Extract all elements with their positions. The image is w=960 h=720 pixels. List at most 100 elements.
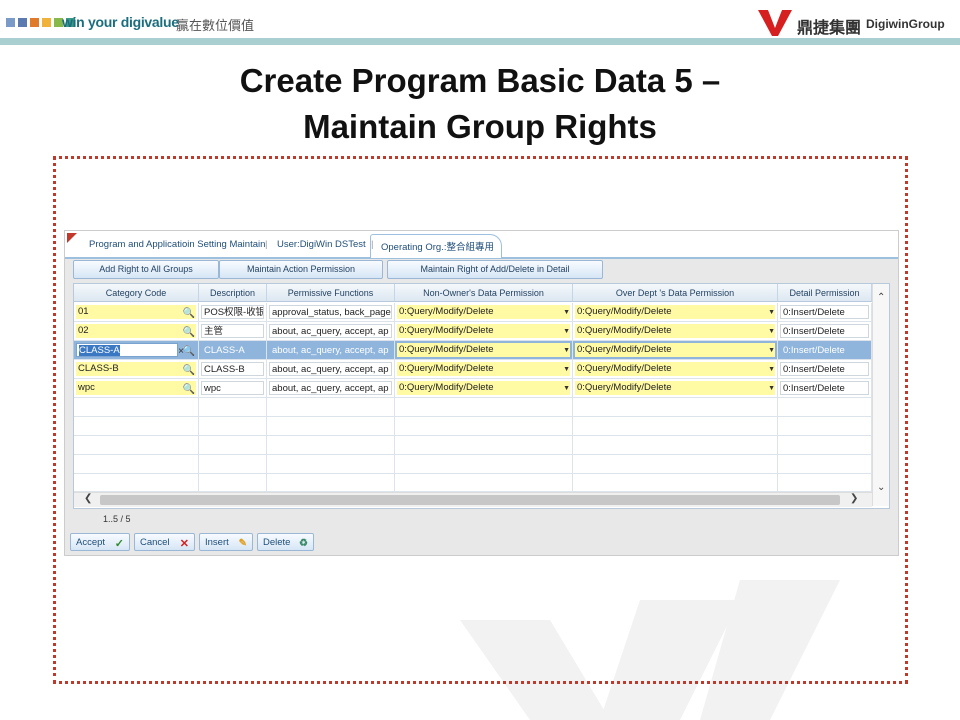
detail-cell[interactable]: 0:Insert/Delete bbox=[778, 341, 872, 360]
non-owner-cell[interactable]: 0:Query/Modify/Delete ▼ bbox=[395, 322, 573, 341]
functions-value[interactable]: approval_status, back_page bbox=[269, 305, 392, 319]
delete-button[interactable]: Delete ♻ bbox=[257, 533, 314, 551]
over-dept-select[interactable]: 0:Query/Modify/Delete bbox=[575, 324, 775, 338]
code-cell[interactable]: CLASS-B 🔍 bbox=[74, 360, 199, 379]
search-icon[interactable]: 🔍 bbox=[183, 324, 195, 340]
detail-cell[interactable]: 0:Insert/Delete bbox=[778, 360, 872, 379]
detail-value[interactable]: 0:Insert/Delete bbox=[780, 305, 869, 319]
functions-value[interactable]: about, ac_query, accept, ap bbox=[269, 362, 392, 376]
description-cell[interactable]: wpc bbox=[199, 379, 267, 398]
table-row[interactable]: 02 🔍 主管 about, ac_query, accept, ap 0:Que… bbox=[74, 322, 872, 341]
functions-value[interactable]: about, ac_query, accept, ap bbox=[269, 343, 392, 357]
table-row[interactable]: CLASS-B 🔍 CLASS-B about, ac_query, accept… bbox=[74, 360, 872, 379]
insert-button[interactable]: Insert ✎ bbox=[199, 533, 253, 551]
non-owner-cell[interactable]: 0:Query/Modify/Delete ▼ bbox=[395, 341, 573, 360]
code-value[interactable]: 01 bbox=[76, 305, 196, 319]
table-row-selected[interactable]: CLASS-A × 🔍 CLASS-A about, ac_query, accep… bbox=[74, 341, 872, 360]
table-row[interactable]: 01 🔍 POS权限-收银 approval_status, back_page … bbox=[74, 303, 872, 322]
search-icon[interactable]: 🔍 bbox=[183, 343, 195, 359]
over-dept-cell[interactable]: 0:Query/Modify/Delete ▼ bbox=[573, 322, 778, 341]
code-value[interactable]: 02 bbox=[76, 324, 196, 338]
description-cell[interactable]: CLASS-A bbox=[199, 341, 267, 360]
tab-user[interactable]: User:DigiWin DSTest bbox=[277, 239, 366, 250]
non-owner-select[interactable]: 0:Query/Modify/Delete bbox=[397, 343, 570, 357]
description-value[interactable]: wpc bbox=[201, 381, 264, 395]
code-value[interactable]: CLASS-B bbox=[76, 362, 196, 376]
functions-cell[interactable]: about, ac_query, accept, ap bbox=[267, 379, 395, 398]
vertical-scrollbar[interactable]: ⌃ ⌄ bbox=[872, 284, 889, 506]
dropdown-arrow-icon[interactable]: ▼ bbox=[563, 361, 570, 378]
dropdown-arrow-icon[interactable]: ▼ bbox=[768, 342, 775, 359]
over-dept-select[interactable]: 0:Query/Modify/Delete bbox=[575, 305, 775, 319]
detail-cell[interactable]: 0:Insert/Delete bbox=[778, 379, 872, 398]
over-dept-cell[interactable]: 0:Query/Modify/Delete ▼ bbox=[573, 303, 778, 322]
scroll-left-icon[interactable]: ❮ bbox=[84, 493, 92, 504]
functions-cell[interactable]: approval_status, back_page bbox=[267, 303, 395, 322]
non-owner-cell[interactable]: 0:Query/Modify/Delete ▼ bbox=[395, 303, 573, 322]
detail-value[interactable]: 0:Insert/Delete bbox=[780, 324, 869, 338]
col-non-owner-permission[interactable]: Non-Owner's Data Permission bbox=[395, 284, 573, 302]
description-value[interactable]: 主管 bbox=[201, 324, 264, 338]
functions-cell[interactable]: about, ac_query, accept, ap bbox=[267, 341, 395, 360]
scroll-up-icon[interactable]: ⌃ bbox=[877, 292, 885, 303]
functions-cell[interactable]: about, ac_query, accept, ap bbox=[267, 360, 395, 379]
dropdown-arrow-icon[interactable]: ▼ bbox=[563, 323, 570, 340]
tab-operating-org[interactable]: Operating Org.:整合組專用 bbox=[381, 239, 494, 253]
col-permissive-functions[interactable]: Permissive Functions bbox=[267, 284, 395, 302]
description-value[interactable]: CLASS-B bbox=[201, 362, 264, 376]
code-cell[interactable]: 01 🔍 bbox=[74, 303, 199, 322]
code-edit-input[interactable]: CLASS-A bbox=[76, 343, 178, 357]
over-dept-select[interactable]: 0:Query/Modify/Delete bbox=[575, 381, 775, 395]
non-owner-select[interactable]: 0:Query/Modify/Delete bbox=[397, 324, 570, 338]
description-cell[interactable]: CLASS-B bbox=[199, 360, 267, 379]
detail-cell[interactable]: 0:Insert/Delete bbox=[778, 303, 872, 322]
description-cell[interactable]: POS权限-收银 bbox=[199, 303, 267, 322]
non-owner-select[interactable]: 0:Query/Modify/Delete bbox=[397, 362, 570, 376]
horizontal-scrollbar[interactable]: ❮ ❯ bbox=[74, 492, 872, 507]
code-cell[interactable]: 02 🔍 bbox=[74, 322, 199, 341]
non-owner-select[interactable]: 0:Query/Modify/Delete bbox=[397, 305, 570, 319]
search-icon[interactable]: 🔍 bbox=[183, 362, 195, 378]
search-icon[interactable]: 🔍 bbox=[183, 381, 195, 397]
dropdown-arrow-icon[interactable]: ▼ bbox=[768, 361, 775, 378]
non-owner-cell[interactable]: 0:Query/Modify/Delete ▼ bbox=[395, 360, 573, 379]
dropdown-arrow-icon[interactable]: ▼ bbox=[768, 304, 775, 321]
over-dept-select[interactable]: 0:Query/Modify/Delete bbox=[575, 343, 775, 357]
dropdown-arrow-icon[interactable]: ▼ bbox=[563, 304, 570, 321]
tab-program-setting[interactable]: Program and Applicatioin Setting Maintai… bbox=[89, 239, 265, 250]
description-value[interactable]: CLASS-A bbox=[201, 343, 264, 357]
col-detail-permission[interactable]: Detail Permission bbox=[778, 284, 872, 302]
dropdown-arrow-icon[interactable]: ▼ bbox=[563, 342, 570, 359]
over-dept-cell[interactable]: 0:Query/Modify/Delete ▼ bbox=[573, 360, 778, 379]
description-cell[interactable]: 主管 bbox=[199, 322, 267, 341]
add-right-all-groups-button[interactable]: Add Right to All Groups bbox=[73, 260, 219, 279]
functions-cell[interactable]: about, ac_query, accept, ap bbox=[267, 322, 395, 341]
col-category-code[interactable]: Category Code bbox=[74, 284, 199, 302]
functions-value[interactable]: about, ac_query, accept, ap bbox=[269, 381, 392, 395]
maintain-add-delete-button[interactable]: Maintain Right of Add/Delete in Detail bbox=[387, 260, 603, 279]
code-value[interactable]: wpc bbox=[76, 381, 196, 395]
code-cell[interactable]: CLASS-A × 🔍 bbox=[74, 341, 199, 360]
non-owner-cell[interactable]: 0:Query/Modify/Delete ▼ bbox=[395, 379, 573, 398]
over-dept-cell[interactable]: 0:Query/Modify/Delete ▼ bbox=[573, 341, 778, 360]
search-icon[interactable]: 🔍 bbox=[183, 305, 195, 321]
detail-value[interactable]: 0:Insert/Delete bbox=[780, 362, 869, 376]
detail-value[interactable]: 0:Insert/Delete bbox=[780, 343, 869, 357]
functions-value[interactable]: about, ac_query, accept, ap bbox=[269, 324, 392, 338]
cancel-button[interactable]: Cancel ✕ bbox=[134, 533, 195, 551]
scroll-down-icon[interactable]: ⌄ bbox=[877, 482, 885, 493]
detail-value[interactable]: 0:Insert/Delete bbox=[780, 381, 869, 395]
table-row[interactable]: wpc 🔍 wpc about, ac_query, accept, ap 0:Q… bbox=[74, 379, 872, 398]
detail-cell[interactable]: 0:Insert/Delete bbox=[778, 322, 872, 341]
description-value[interactable]: POS权限-收银 bbox=[201, 305, 264, 319]
accept-button[interactable]: Accept ✓ bbox=[70, 533, 130, 551]
scroll-right-icon[interactable]: ❯ bbox=[850, 493, 858, 504]
dropdown-arrow-icon[interactable]: ▼ bbox=[563, 380, 570, 397]
col-description[interactable]: Description bbox=[199, 284, 267, 302]
code-cell[interactable]: wpc 🔍 bbox=[74, 379, 199, 398]
over-dept-select[interactable]: 0:Query/Modify/Delete bbox=[575, 362, 775, 376]
over-dept-cell[interactable]: 0:Query/Modify/Delete ▼ bbox=[573, 379, 778, 398]
horizontal-scroll-thumb[interactable] bbox=[100, 495, 840, 505]
maintain-action-permission-button[interactable]: Maintain Action Permission bbox=[219, 260, 383, 279]
col-over-dept-permission[interactable]: Over Dept 's Data Permission bbox=[573, 284, 778, 302]
